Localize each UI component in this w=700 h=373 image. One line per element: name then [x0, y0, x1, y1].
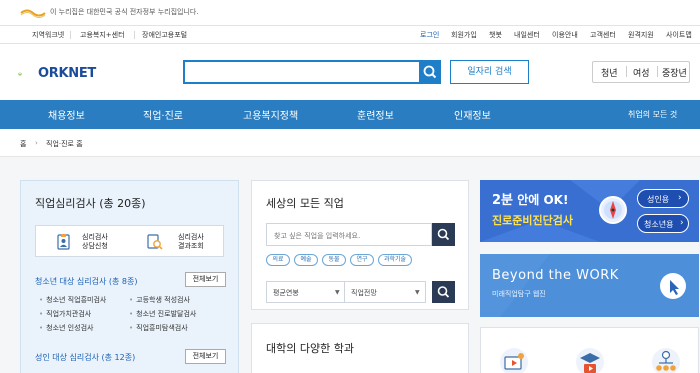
- nav-all-about-jobs[interactable]: 취업의 모든 것: [628, 109, 677, 120]
- adult-test-button[interactable]: 성인용 ›: [637, 189, 689, 208]
- chevron-down-icon: ▼: [415, 289, 420, 296]
- banner1-suffix: 안에 OK!: [513, 193, 569, 207]
- graduation-play-icon[interactable]: [574, 346, 606, 373]
- link-local-worknet[interactable]: 지역워크넷: [32, 30, 64, 40]
- psych-quick-links: 심리검사 상담신청 심리검사 결과조회: [35, 225, 224, 257]
- link-sitemap[interactable]: 사이트맵: [666, 30, 692, 40]
- chevron-right-icon: ›: [35, 139, 38, 147]
- job-search-input[interactable]: 찾고 싶은 직업을 입력하세요.: [266, 223, 432, 246]
- youth-test-button[interactable]: 청소년용 ›: [637, 214, 689, 233]
- link-login[interactable]: 로그인: [420, 30, 439, 40]
- breadcrumb-current: 직업·진로 홈: [46, 140, 83, 148]
- counsel-apply-link[interactable]: 심리검사 상담신청: [82, 233, 108, 251]
- outlook-select[interactable]: 직업전망 ▼: [344, 281, 426, 303]
- adult-test-label: 성인용: [647, 195, 670, 204]
- salary-select-value: 평균연봉: [273, 289, 299, 297]
- quick-icons-panel: [480, 327, 699, 373]
- youth-tests-title: 청소년 대상 심리검사 (총 8종): [35, 277, 138, 286]
- search-icon: [437, 228, 450, 241]
- clipboard-person-icon: [57, 234, 70, 250]
- nav-career[interactable]: 직업·진로: [143, 107, 183, 122]
- job-search-button[interactable]: 일자리 검색: [450, 60, 529, 84]
- link-guide[interactable]: 이용안내: [552, 30, 578, 40]
- test-item[interactable]: 청소년 인성검사: [39, 323, 93, 333]
- search-icon: [437, 286, 450, 298]
- career-readiness-banner[interactable]: 2분 안에 OK! 진로준비진단검사 성인용 › 청소년용 ›: [480, 180, 699, 242]
- tag-animal[interactable]: 동물: [322, 254, 346, 266]
- job-filter-submit[interactable]: [432, 281, 455, 303]
- majors-panel-title: 대학의 다양한 학과: [266, 342, 354, 355]
- test-item[interactable]: 청소년 직업흥미검사: [39, 295, 106, 305]
- worknet-logo[interactable]: [18, 64, 38, 84]
- jobs-panel-title: 세상의 모든 직업: [266, 197, 344, 210]
- adult-tests-title: 성인 대상 심리검사 (총 12종): [35, 353, 136, 362]
- youth-test-label: 청소년용: [644, 220, 674, 229]
- nav-training[interactable]: 훈련정보: [357, 107, 394, 122]
- job-search-submit[interactable]: [432, 223, 455, 246]
- youth-view-all-button[interactable]: 전체보기: [185, 272, 226, 287]
- cursor-click-icon: [660, 273, 686, 299]
- salary-select[interactable]: 평균연봉 ▼: [266, 281, 345, 303]
- main-nav: 채용정보 직업·진로 고용복지정책 훈련정보 인재정보 취업의 모든 것: [0, 100, 700, 129]
- utility-bar: 지역워크넷 고용복지+센터 장애인고용포털 로그인 회원가입 챗봇 내일센터 이…: [0, 26, 700, 44]
- banner1-headline: 2분 안에 OK!: [492, 189, 568, 208]
- result-lookup-link[interactable]: 심리검사 결과조회: [178, 233, 204, 251]
- banner2-title: Beyond the WORK: [492, 268, 619, 283]
- main-search-button[interactable]: [419, 60, 441, 84]
- compass-icon: [599, 196, 627, 224]
- all-jobs-panel: 세상의 모든 직업 찾고 싶은 직업을 입력하세요. 의료 예술 동물 연구 과…: [251, 180, 469, 310]
- gov-notice-text: 이 누리집은 대한민국 공식 전자정부 누리집입니다.: [50, 8, 199, 16]
- test-item[interactable]: 직업가치관검사: [39, 309, 91, 319]
- site-header: ORKNET 일자리 검색 청년 여성 중장년: [0, 44, 700, 100]
- link-employment-center[interactable]: 고용복지+센터: [80, 30, 125, 40]
- logo-text: ORKNET: [38, 66, 96, 81]
- outlook-select-value: 직업전망: [351, 289, 377, 297]
- tab-women[interactable]: 여성: [633, 66, 650, 79]
- nav-talent[interactable]: 인재정보: [454, 107, 491, 122]
- gov-notice-bar: 이 누리집은 대한민국 공식 전자정부 누리집입니다.: [0, 0, 700, 26]
- link-customer-center[interactable]: 고객센터: [590, 30, 616, 40]
- tab-middle-aged[interactable]: 중장년: [662, 66, 687, 79]
- link-disabled-portal[interactable]: 장애인고용포털: [142, 30, 187, 40]
- banner1-time: 2분: [492, 193, 514, 208]
- nav-recruitment[interactable]: 채용정보: [48, 107, 85, 122]
- test-item[interactable]: 고등학생 적성검사: [129, 295, 190, 305]
- chevron-right-icon: ›: [680, 218, 684, 228]
- psych-test-panel: 직업심리검사 (총 20종) 심리검사 상담신청 심리검사 결과조회 청소년 대…: [20, 180, 239, 373]
- beyond-work-banner[interactable]: Beyond the WORK 미래직업탐구 웹진: [480, 254, 699, 317]
- adult-view-all-button[interactable]: 전체보기: [185, 349, 226, 364]
- link-chatbot[interactable]: 챗봇: [489, 30, 502, 40]
- link-remote-support[interactable]: 원격지원: [628, 30, 654, 40]
- magnifier-document-icon: [147, 234, 163, 250]
- psych-panel-title: 직업심리검사 (총 20종): [35, 197, 146, 210]
- nav-welfare-policy[interactable]: 고용복지정책: [243, 107, 298, 122]
- link-signup[interactable]: 회원가입: [451, 30, 477, 40]
- age-tabs: 청년 여성 중장년: [592, 61, 690, 83]
- banner2-subtitle: 미래직업탐구 웹진: [492, 290, 546, 298]
- chevron-right-icon: ›: [678, 193, 682, 203]
- tag-art[interactable]: 예술: [294, 254, 318, 266]
- link-tomorrow-center[interactable]: 내일센터: [514, 30, 540, 40]
- chevron-down-icon: ▼: [335, 289, 340, 296]
- breadcrumb-home[interactable]: 홈: [20, 139, 26, 149]
- video-lecture-icon[interactable]: [498, 346, 530, 373]
- tag-research[interactable]: 연구: [350, 254, 374, 266]
- tab-youth[interactable]: 청년: [601, 66, 618, 79]
- tag-science-tech[interactable]: 과학기술: [378, 254, 412, 266]
- org-chart-icon[interactable]: [650, 346, 682, 373]
- banner1-subtitle: 진로준비진단검사: [492, 214, 573, 227]
- search-icon: [423, 65, 437, 79]
- majors-panel: 대학의 다양한 학과: [251, 323, 469, 373]
- tag-medical[interactable]: 의료: [266, 254, 290, 266]
- gov-emblem-icon: [20, 9, 46, 18]
- main-search-input[interactable]: [183, 60, 419, 84]
- test-item[interactable]: 직업흥미탐색검사: [129, 323, 188, 333]
- breadcrumb: 홈 › 직업·진로 홈: [0, 129, 700, 157]
- test-item[interactable]: 청소년 진로발달검사: [129, 309, 196, 319]
